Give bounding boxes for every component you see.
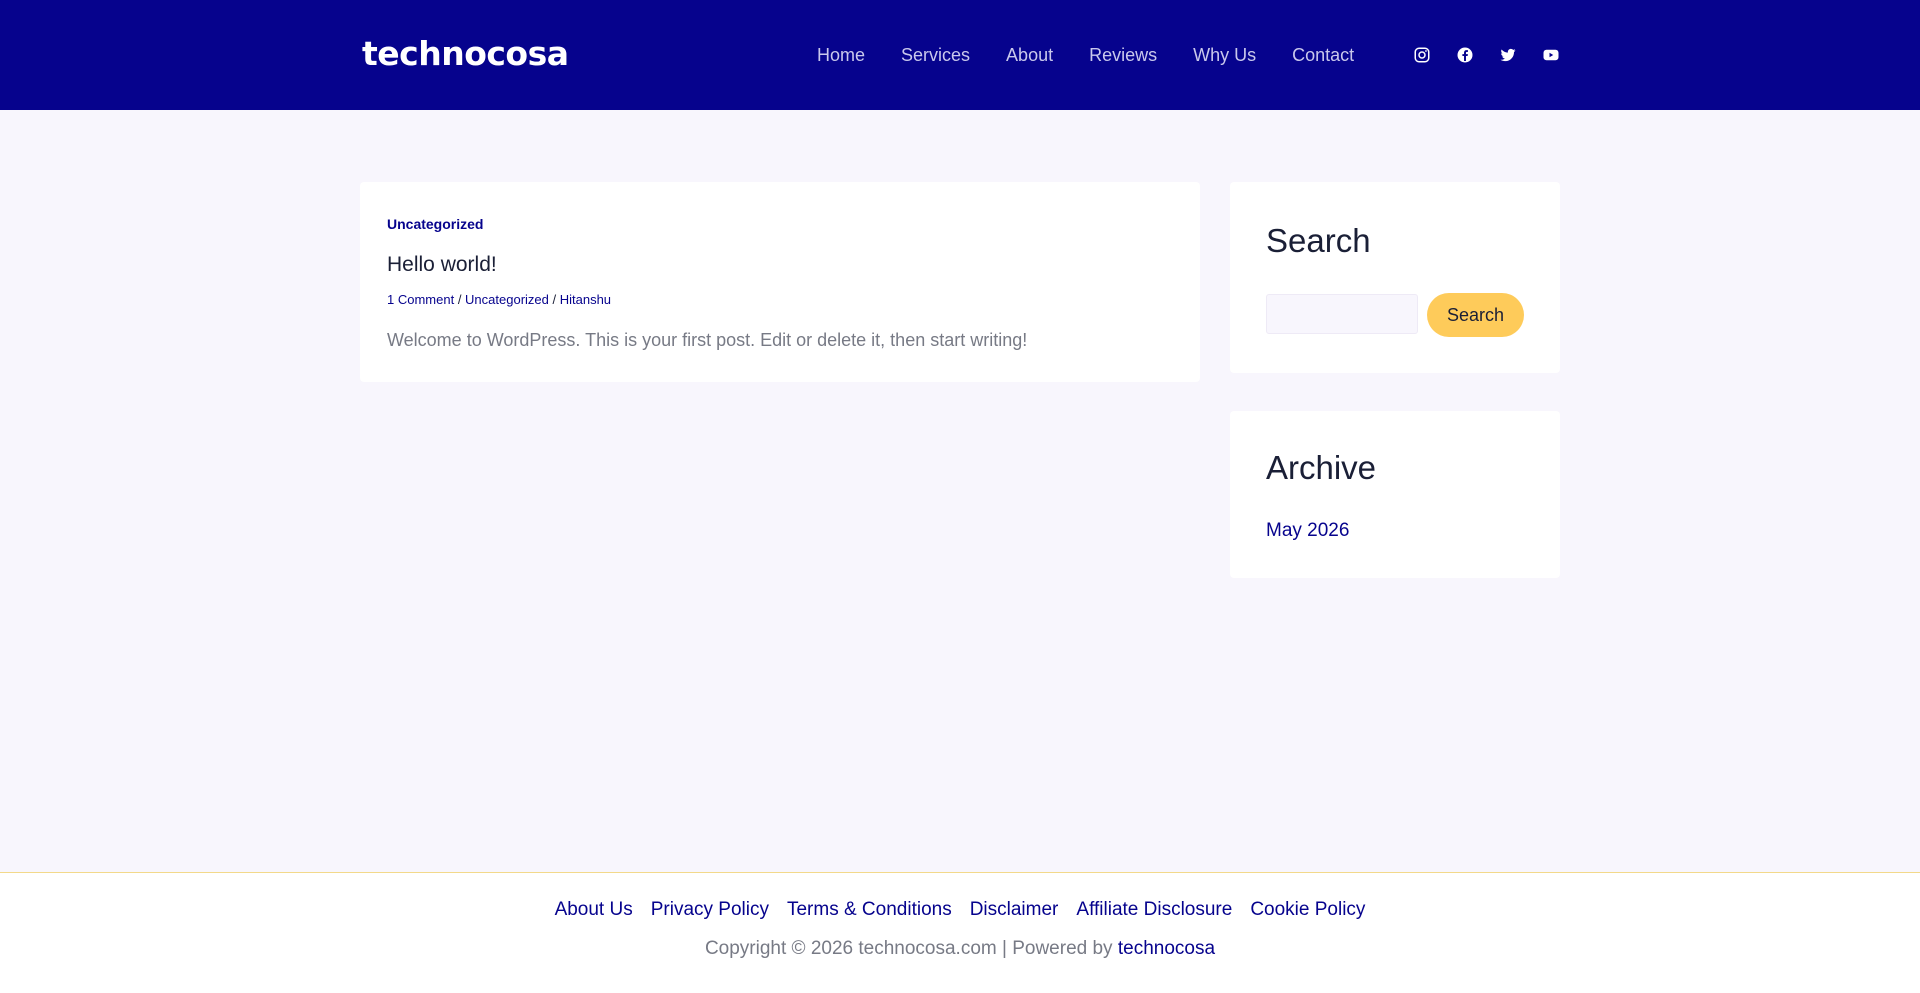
meta-separator: / <box>548 292 560 307</box>
footer-link-cookie-policy[interactable]: Cookie Policy <box>1250 899 1365 921</box>
youtube-icon[interactable] <box>1540 44 1562 66</box>
meta-category-link[interactable]: Uncategorized <box>465 292 549 307</box>
archive-link-may-2026[interactable]: May 2026 <box>1266 520 1349 542</box>
powered-by-link[interactable]: technocosa <box>1118 938 1215 959</box>
footer-link-terms[interactable]: Terms & Conditions <box>787 899 952 921</box>
search-widget-title: Search <box>1266 222 1371 259</box>
archive-widget-title: Archive <box>1266 449 1377 486</box>
social-links <box>1411 44 1583 66</box>
meta-separator: / <box>454 292 466 307</box>
site-logo[interactable]: technocosa <box>362 34 569 73</box>
nav-reviews[interactable]: Reviews <box>1089 44 1157 66</box>
site-header: technocosa Home Services About Reviews W… <box>0 0 1920 110</box>
copyright: Copyright © 2026 technocosa.com | Powere… <box>0 938 1920 960</box>
author-link[interactable]: Hitanshu <box>560 292 611 307</box>
instagram-icon[interactable] <box>1411 44 1433 66</box>
nav-about[interactable]: About <box>1006 44 1053 66</box>
copyright-text: Copyright © 2026 technocosa.com | Powere… <box>704 938 1118 959</box>
site-footer: About Us Privacy Policy Terms & Conditio… <box>0 872 1920 993</box>
search-widget: Search Search <box>1230 182 1560 373</box>
main-nav: Home Services About Reviews Why Us Conta… <box>817 44 1390 66</box>
search-button[interactable]: Search <box>1427 293 1524 337</box>
footer-link-affiliate-disclosure[interactable]: Affiliate Disclosure <box>1076 899 1232 921</box>
post-category-link[interactable]: Uncategorized <box>387 216 483 232</box>
comments-link[interactable]: 1 Comment <box>387 292 454 307</box>
footer-link-about-us[interactable]: About Us <box>555 899 633 921</box>
nav-contact[interactable]: Contact <box>1292 44 1354 66</box>
search-input[interactable] <box>1266 294 1418 334</box>
archive-widget: Archive May 2026 <box>1230 411 1560 578</box>
footer-nav: About Us Privacy Policy Terms & Conditio… <box>0 899 1920 921</box>
facebook-icon[interactable] <box>1454 44 1476 66</box>
twitter-icon[interactable] <box>1497 44 1519 66</box>
post-card: Uncategorized Hello world! 1 Comment / U… <box>360 182 1200 382</box>
footer-link-privacy-policy[interactable]: Privacy Policy <box>651 899 769 921</box>
nav-home[interactable]: Home <box>817 44 865 66</box>
post-title[interactable]: Hello world! <box>387 253 497 277</box>
footer-link-disclaimer[interactable]: Disclaimer <box>970 899 1059 921</box>
nav-services[interactable]: Services <box>901 44 970 66</box>
post-meta: 1 Comment / Uncategorized / Hitanshu <box>387 292 611 307</box>
nav-why-us[interactable]: Why Us <box>1193 44 1256 66</box>
post-excerpt: Welcome to WordPress. This is your first… <box>387 330 1028 350</box>
